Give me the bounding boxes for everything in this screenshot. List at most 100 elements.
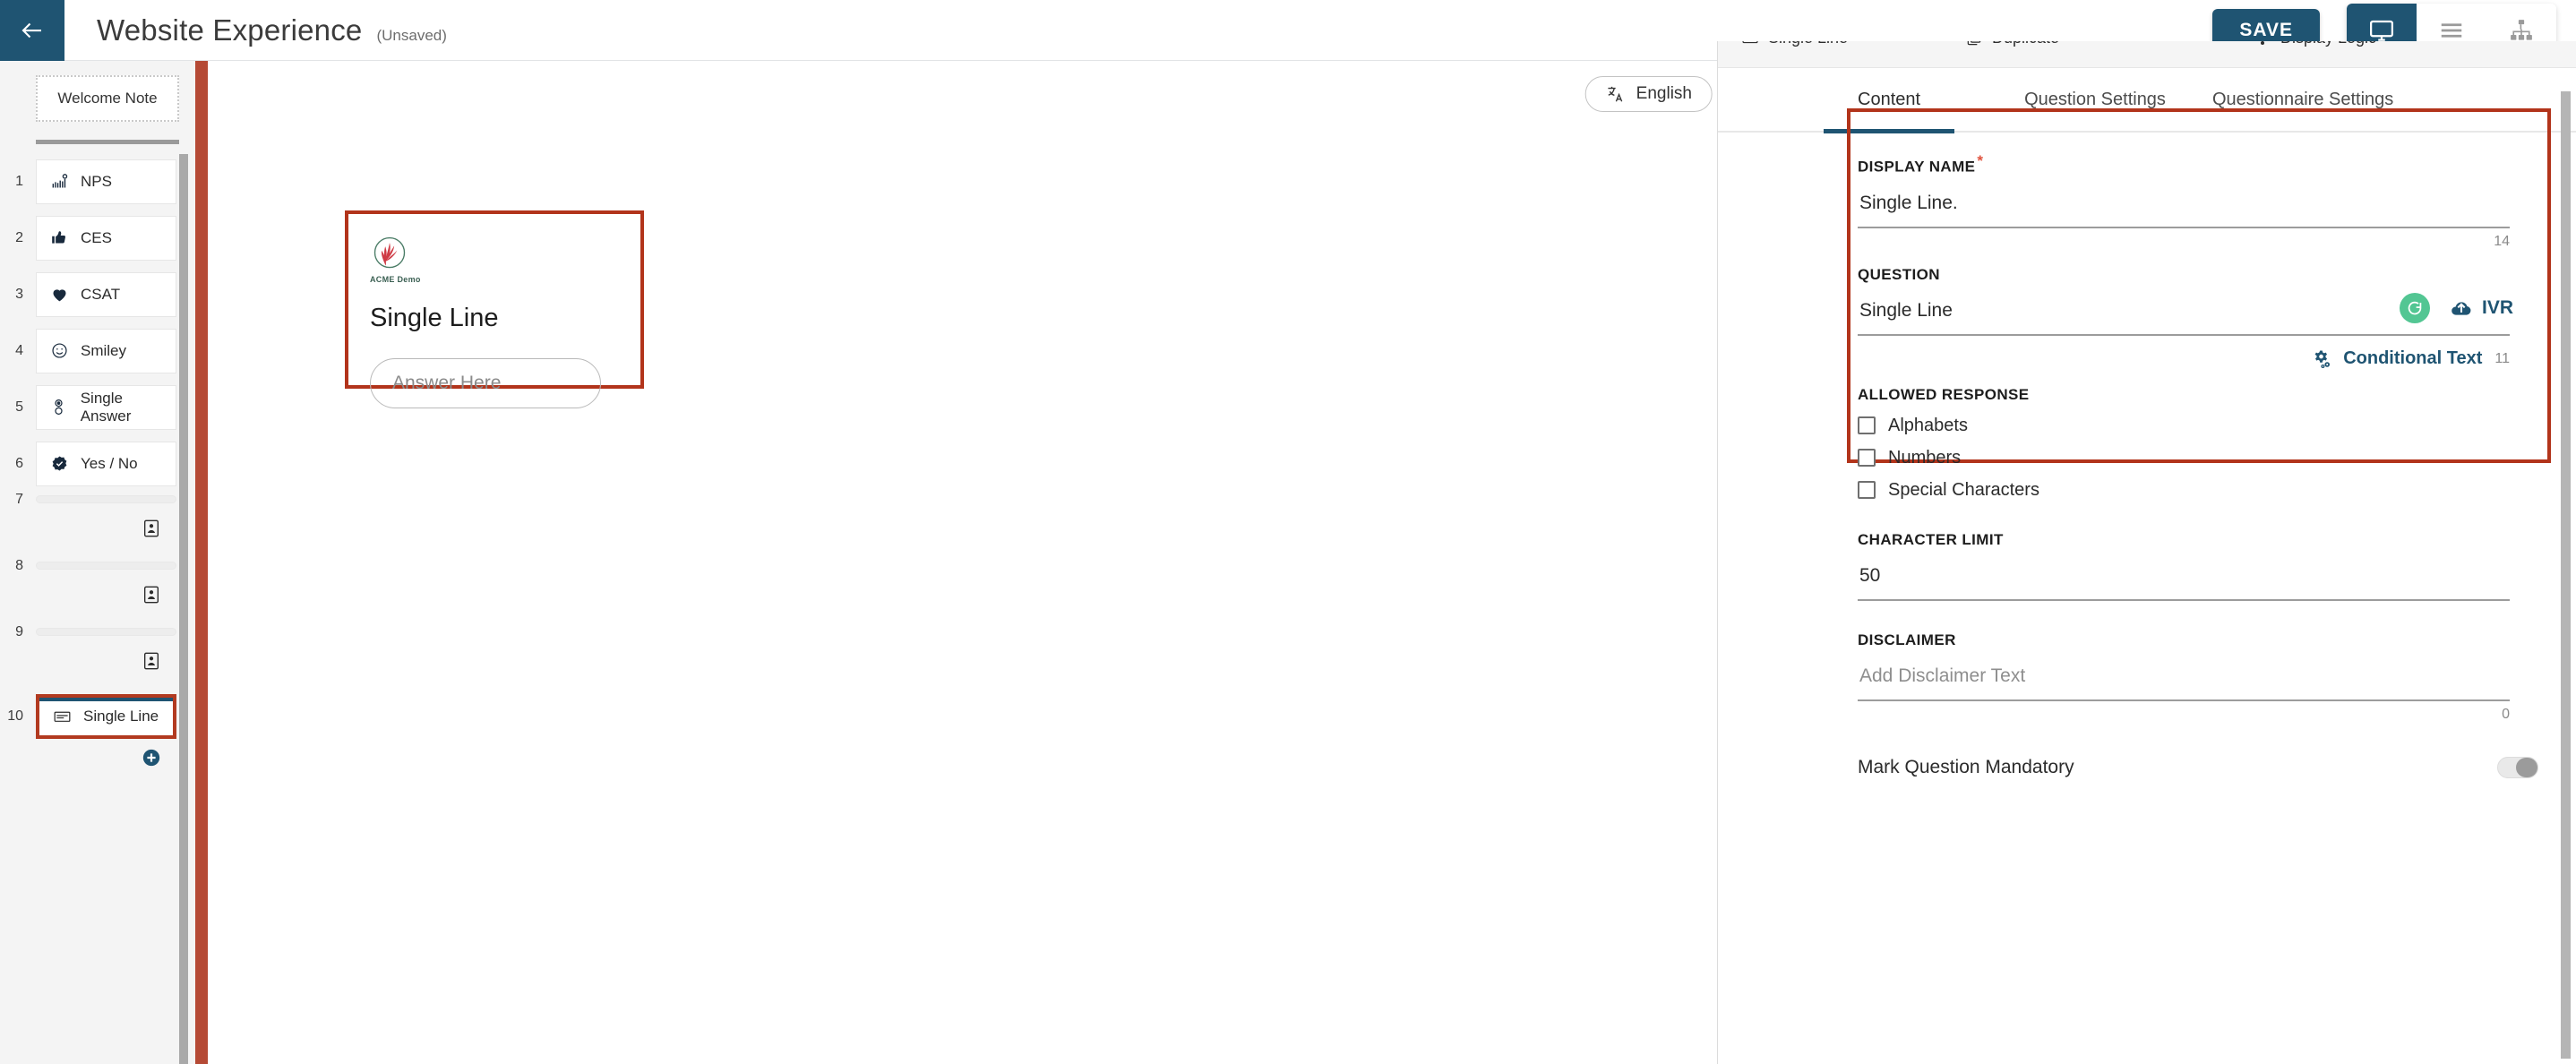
back-button[interactable] [0,0,64,61]
logic-branch-icon [2261,41,2264,45]
sidebar-item-label: Smiley [81,341,127,359]
question-preview-card: ACME Demo Single Line Answer Here [345,210,644,408]
checkbox-icon[interactable] [1858,449,1876,468]
question-number: 9 [15,624,23,639]
translate-icon [1608,86,1623,102]
list-item[interactable]: 10 Single Line [0,691,195,742]
conditional-text-label: Conditional Text [2343,348,2483,369]
sidebar-item-ces[interactable]: CES [36,215,176,261]
checkbox-alphabets[interactable]: Alphabets [1858,416,2546,436]
tab-question-settings[interactable]: Question Settings [2024,67,2166,132]
action-label: Duplicate [1992,41,2059,47]
checkbox-label: Special Characters [1888,479,2039,500]
radio-button-icon [49,398,69,416]
logo-label: ACME Demo [370,275,421,284]
disclaimer-input[interactable]: Add Disclaimer Text [1858,649,2510,701]
panel-content: DISPLAY NAME * Single Line. 14 QUESTION S… [1718,133,2576,1064]
action-label: Single Line [1768,41,1848,47]
sidebar-item-single-line[interactable]: Single Line [36,694,176,739]
sidebar-item-single-answer[interactable]: Single Answer [36,384,176,430]
add-question-button[interactable] [142,748,161,772]
list-item[interactable]: 6 Yes / No [0,435,195,492]
question-label: QUESTION [1858,265,1940,283]
mandatory-label: Mark Question Mandatory [1858,756,2074,777]
action-duplicate[interactable]: Duplicate [1965,41,2059,47]
tab-questionnaire-settings[interactable]: Questionnaire Settings [2212,67,2393,132]
welcome-note-card[interactable]: Welcome Note [36,75,179,122]
question-number: 6 [15,455,23,471]
list-item[interactable]: 3 CSAT [0,266,195,322]
question-number: 2 [15,229,23,245]
disclaimer-label: DISCLAIMER [1858,631,1956,648]
checkbox-special-characters[interactable]: Special Characters [1858,480,2546,501]
single-line-text-icon [52,708,72,726]
required-marker: * [1977,152,1984,169]
smiley-face-icon [49,341,69,360]
question-number: 5 [15,399,23,415]
unsaved-status: (Unsaved) [376,26,447,44]
list-item[interactable]: 8 [0,558,195,624]
hamburger-menu-icon [2441,22,2462,38]
list-item[interactable]: 2 CES [0,210,195,266]
check-badge-icon [49,454,69,473]
question-number: 1 [15,173,23,189]
skeleton-placeholder [36,562,176,570]
sidebar-scrollbar[interactable] [179,154,188,1064]
desktop-monitor-icon [2370,20,2393,41]
skeleton-placeholder [36,495,176,503]
action-single-line[interactable]: Single Line [1741,41,1848,47]
action-label: Display Logic [2280,41,2376,47]
language-label: English [1636,84,1692,103]
grammarly-check-icon[interactable] [2399,292,2430,323]
disclaimer-field: DISCLAIMER Add Disclaimer Text 0 [1858,631,2546,723]
sidebar-item-csat[interactable]: CSAT [36,271,176,317]
tab-content[interactable]: Content [1823,67,1955,133]
checkbox-icon[interactable] [1858,416,1876,435]
list-item[interactable]: 9 [0,624,195,691]
title-group: Website Experience (Unsaved) [97,13,447,47]
panel-scrollbar[interactable] [2561,91,2571,1059]
allowed-response-group: ALLOWED RESPONSE Alphabets Numbers Speci… [1858,386,2546,501]
sidebar-item-label: Single Answer [80,389,132,425]
preview-question-title: Single Line [370,304,499,332]
preview-canvas: English ACME Demo Single Line Answer Her… [208,61,1717,1064]
checkbox-icon[interactable] [1858,481,1876,500]
ivr-upload-button[interactable]: IVR [2450,296,2513,320]
sidebar-item-nps[interactable]: NPS [36,159,176,204]
id-card-icon [142,519,161,543]
cloud-upload-icon [2451,302,2471,315]
preview-answer-input[interactable]: Answer Here [370,358,601,408]
conditional-text-button[interactable]: Conditional Text [2311,348,2482,370]
sidebar-item-label: CSAT [81,285,121,303]
tab-label: Questionnaire Settings [2211,89,2394,109]
character-limit-field: CHARACTER LIMIT 50 [1858,531,2546,601]
checkbox-label: Alphabets [1888,415,1968,435]
display-name-input[interactable]: Single Line. [1858,176,2510,228]
ivr-label: IVR [2481,296,2513,318]
question-number: 4 [15,342,23,358]
question-sidebar: Welcome Note 1 NPS 2 CES 3 CSAT 4 Smiley… [0,61,195,1064]
sidebar-divider [36,140,179,144]
question-number: 7 [15,492,23,507]
character-limit-input[interactable]: 50 [1858,549,2510,601]
toggle-knob [2516,757,2537,777]
list-item[interactable]: 4 Smiley [0,322,195,379]
id-card-icon [142,651,161,675]
copy-icon [1967,41,1981,45]
question-list: 1 NPS 2 CES 3 CSAT 4 Smiley 5 Single Ans… [0,153,195,778]
action-display-logic[interactable]: Display Logic [2254,41,2376,47]
list-item[interactable]: 7 [0,492,195,558]
list-item[interactable]: 1 NPS [0,153,195,210]
question-number: 3 [15,286,23,302]
list-item[interactable]: 5 Single Answer [0,379,195,435]
sidebar-item-label: Yes / No [81,454,138,472]
mandatory-toggle[interactable] [2497,756,2538,778]
skeleton-placeholder [36,628,176,636]
question-action-icons: IVR [2399,292,2513,323]
checkbox-numbers[interactable]: Numbers [1858,448,2546,468]
sidebar-item-yes-no[interactable]: Yes / No [36,441,176,486]
language-selector[interactable]: English [1584,76,1713,112]
sidebar-item-smiley[interactable]: Smiley [36,328,176,373]
plus-circle-icon [142,749,160,767]
display-name-field: DISPLAY NAME * Single Line. 14 [1858,152,2546,250]
